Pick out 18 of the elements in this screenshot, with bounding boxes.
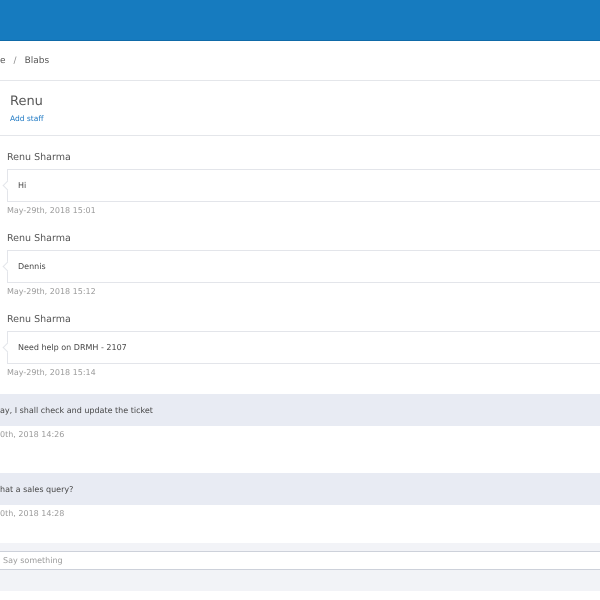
message-time: May-29th, 2018 15:01	[7, 206, 97, 215]
sender-name: Renu Sharma	[7, 233, 72, 246]
message-time: 0th, 2018 14:26	[0, 430, 66, 439]
breadcrumb-separator: /	[14, 56, 17, 66]
sender-name: Renu Sharma	[7, 152, 72, 165]
breadcrumb-link[interactable]: e	[0, 56, 6, 66]
conversation-title: Renu	[10, 94, 44, 108]
sender-name: Renu Sharma	[7, 314, 72, 327]
message-bubble: Need help on DRMH - 2107	[7, 331, 600, 364]
message-input[interactable]: Say something	[0, 551, 600, 570]
breadcrumb-link[interactable]: Blabs	[24, 56, 50, 66]
message-bubble: Dennis	[7, 250, 600, 283]
message-bubble: hat a sales query?	[0, 473, 600, 505]
message-bubble: Hi	[7, 169, 600, 202]
message-time: May-29th, 2018 15:12	[7, 287, 97, 296]
message-time: May-29th, 2018 15:14	[7, 368, 97, 377]
message-bubble: ay, I shall check and update the ticket	[0, 394, 600, 426]
message-time: 0th, 2018 14:28	[0, 509, 66, 518]
